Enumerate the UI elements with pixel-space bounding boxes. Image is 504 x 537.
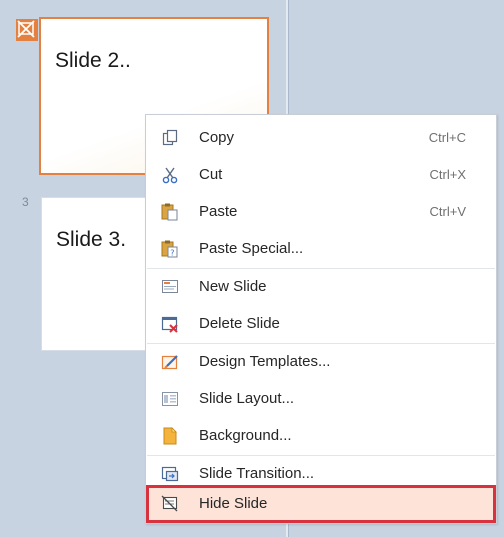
menu-item-label: New Slide [199, 278, 267, 295]
delete-slide-icon [160, 314, 180, 334]
paste-special-icon: ? [160, 239, 180, 259]
menu-item-cut[interactable]: Cut Ctrl+X [146, 156, 496, 193]
slide-thumbnail-title: Slide 2.. [55, 49, 131, 72]
new-slide-icon [160, 277, 180, 297]
menu-item-shortcut: Ctrl+C [428, 130, 466, 145]
menu-item-copy[interactable]: Copy Ctrl+C [146, 119, 496, 156]
slide-thumbnail-title: Slide 3. [56, 228, 127, 251]
menu-item-slide-layout[interactable]: Slide Layout... [146, 380, 496, 417]
paste-icon [160, 202, 180, 222]
menu-item-label: Slide Transition... [199, 465, 315, 482]
menu-item-label: Paste [199, 203, 238, 220]
menu-item-design-templates[interactable]: Design Templates... [146, 343, 496, 380]
design-templates-icon [160, 352, 180, 372]
menu-item-paste-special[interactable]: ? Paste Special... [146, 230, 496, 267]
svg-text:?: ? [170, 249, 174, 258]
slide-number: 3 [22, 195, 29, 209]
menu-item-label: Delete Slide [199, 315, 280, 332]
context-menu: Copy Ctrl+C Cut Ctrl+X Paste Ctrl+V ? Pa… [145, 114, 497, 524]
menu-item-hide-slide[interactable]: Hide Slide [146, 485, 496, 523]
hidden-slide-icon [16, 19, 38, 41]
menu-item-new-slide[interactable]: New Slide [146, 268, 496, 305]
menu-item-paste[interactable]: Paste Ctrl+V [146, 193, 496, 230]
menu-item-label: Slide Layout... [199, 390, 295, 407]
menu-item-label: Cut [199, 166, 223, 183]
menu-item-shortcut: Ctrl+X [429, 167, 466, 182]
scissors-icon [160, 165, 180, 185]
menu-item-delete-slide[interactable]: Delete Slide [146, 305, 496, 342]
menu-item-label: Copy [199, 129, 235, 146]
menu-item-background[interactable]: Background... [146, 417, 496, 454]
background-icon [160, 426, 180, 446]
slide-transition-icon [160, 464, 180, 484]
menu-item-label: Paste Special... [199, 240, 304, 257]
copy-icon [160, 128, 180, 148]
hide-slide-icon [160, 494, 180, 514]
menu-item-shortcut: Ctrl+V [429, 204, 466, 219]
slide-layout-icon [160, 389, 180, 409]
menu-item-label: Design Templates... [199, 353, 331, 370]
menu-item-label: Background... [199, 427, 292, 444]
menu-item-label: Hide Slide [199, 495, 268, 512]
